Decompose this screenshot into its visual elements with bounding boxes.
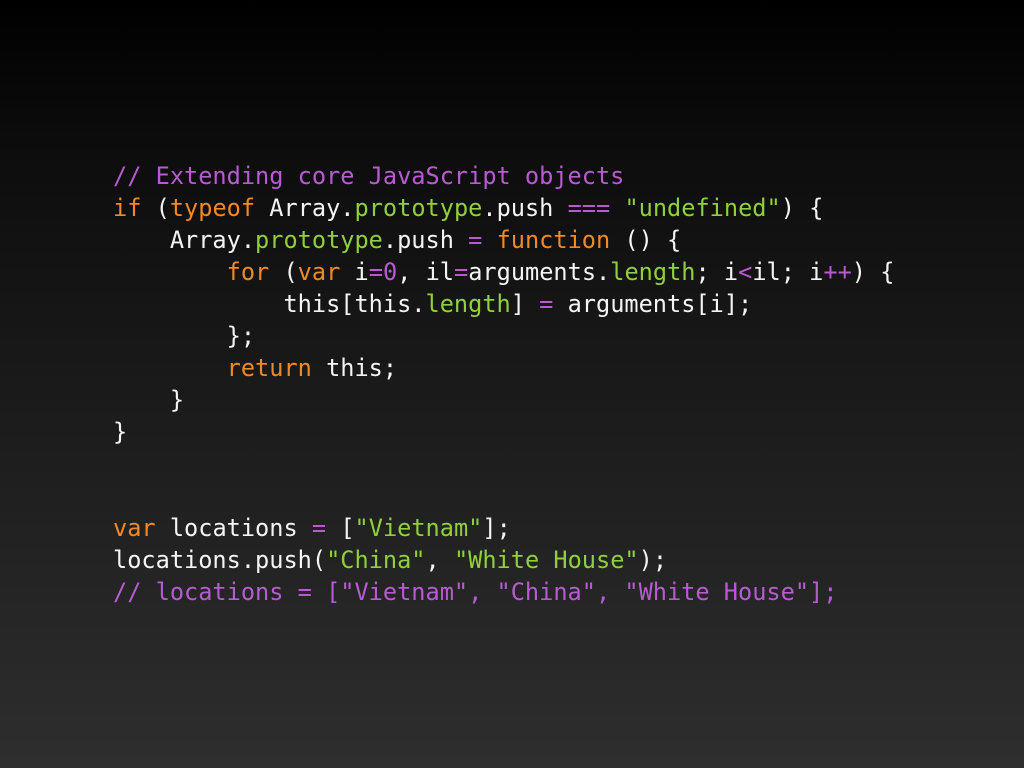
code-line: if (typeof Array.prototype.push === "und… <box>113 192 993 224</box>
code-line: return this; <box>113 352 993 384</box>
code-token-default: [ <box>326 514 355 542</box>
code-token-default: , il <box>397 258 454 286</box>
code-token-string: "White House" <box>453 546 639 574</box>
code-token-keyword: var <box>113 514 156 542</box>
code-token-string: "Vietnam" <box>354 514 483 542</box>
code-token-default: ] <box>510 290 540 318</box>
code-token-default: il; i <box>752 258 824 286</box>
code-line: } <box>113 416 993 448</box>
code-token-operator: = <box>453 258 469 286</box>
code-token-keyword: if <box>113 194 142 222</box>
code-token-keyword: return <box>226 354 312 382</box>
code-token-string: "undefined" <box>624 194 781 222</box>
code-token-keyword: var <box>297 258 341 286</box>
code-token-property: length <box>425 290 511 318</box>
code-token-default: arguments. <box>468 258 611 286</box>
code-token-operator: = <box>539 290 554 318</box>
code-token-property: prototype <box>354 194 483 222</box>
code-token-default: }; <box>226 322 256 350</box>
code-line: locations.push("China", "White House"); <box>113 544 993 576</box>
code-token-property: length <box>610 258 696 286</box>
code-token-keyword: function <box>496 226 611 254</box>
code-token-default <box>610 194 624 222</box>
code-token-default: Array. <box>169 226 256 254</box>
code-token-default: arguments[i]; <box>553 290 753 318</box>
code-token-default: } <box>113 418 128 446</box>
code-line: Array.prototype.push = function () { <box>113 224 993 256</box>
code-line: var locations = ["Vietnam"]; <box>113 512 993 544</box>
code-token-number: 0 <box>382 258 398 286</box>
code-token-default: locations <box>155 514 312 542</box>
code-line: this[this.length] = arguments[i]; <box>113 288 993 320</box>
code-token-default: ); <box>638 546 668 574</box>
code-token-default: this; <box>311 354 398 382</box>
code-token-default: ]; <box>482 514 511 542</box>
code-token-string: "China" <box>326 546 426 574</box>
code-line: // Extending core JavaScript objects <box>113 160 993 192</box>
code-token-property: prototype <box>255 226 383 254</box>
code-block: // Extending core JavaScript objects if (… <box>113 160 993 608</box>
code-token-default: i <box>340 258 369 286</box>
code-token-default: this[this. <box>283 290 426 318</box>
code-token-default: ( <box>269 258 298 286</box>
code-token-operator: = <box>468 226 483 254</box>
code-token-default: Array. <box>255 194 355 222</box>
code-token-default: .push <box>382 226 469 254</box>
code-token-default: ( <box>141 194 170 222</box>
code-token-comment: // Extending core JavaScript objects <box>113 162 625 190</box>
code-token-keyword: typeof <box>169 194 256 222</box>
code-line: } <box>113 384 993 416</box>
code-token-operator: = <box>368 258 383 286</box>
code-token-operator: === <box>567 194 611 222</box>
code-token-default: } <box>169 386 185 414</box>
code-token-default: , <box>425 546 454 574</box>
code-token-default: () { <box>610 226 682 254</box>
code-token-operator: = <box>311 514 327 542</box>
code-token-default <box>482 226 496 254</box>
code-token-default: .push <box>482 194 568 222</box>
code-line: for (var i=0, il=arguments.length; i<il;… <box>113 256 993 288</box>
code-line: // locations = ["Vietnam", "China", "Whi… <box>113 576 993 608</box>
code-line: }; <box>113 320 993 352</box>
slide: // Extending core JavaScript objects if (… <box>0 0 1024 768</box>
code-token-default: locations.push( <box>113 546 327 574</box>
code-token-comment: // locations = ["Vietnam", "China", "Whi… <box>113 578 838 606</box>
code-token-operator: ++ <box>823 258 852 286</box>
code-token-default: ; i <box>695 258 739 286</box>
code-token-default: ) { <box>851 258 895 286</box>
code-token-operator: < <box>738 258 753 286</box>
code-token-default: ) { <box>780 194 824 222</box>
code-token-keyword: for <box>226 258 270 286</box>
